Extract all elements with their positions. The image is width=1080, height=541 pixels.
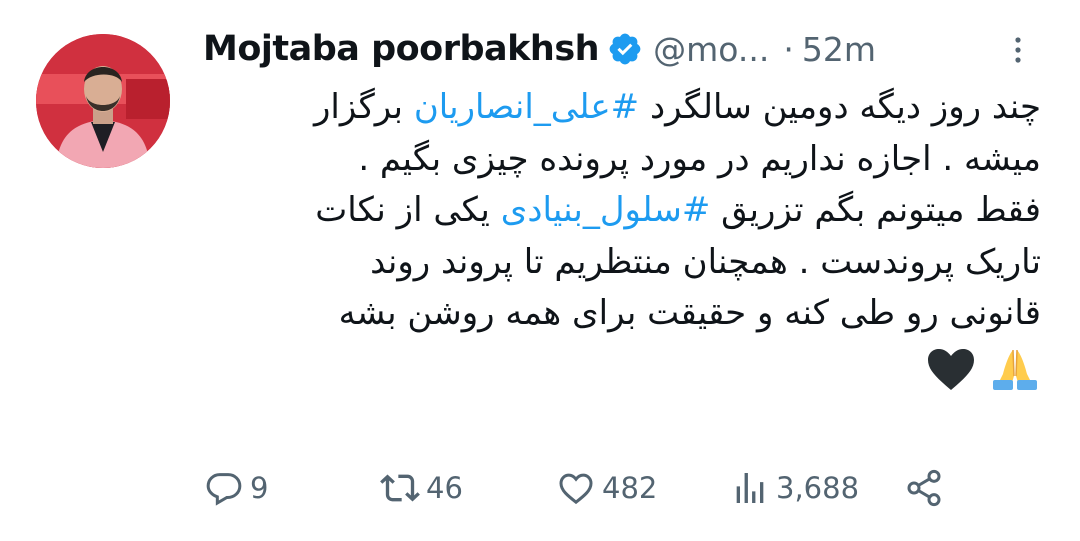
- folded-hands-icon: [993, 349, 1037, 390]
- like-button[interactable]: 482: [556, 468, 657, 508]
- tweet-text-line: چند روز دیگه دومین سالگرد #علی_انصاریان …: [313, 87, 1041, 127]
- views-button[interactable]: 3,688: [730, 468, 859, 508]
- share-button[interactable]: [904, 468, 950, 508]
- emoji-row: [205, 346, 1041, 392]
- heart-icon: [559, 473, 593, 505]
- reply-count: 9: [250, 471, 269, 505]
- author-name[interactable]: Mojtaba poorbakhsh: [203, 29, 600, 69]
- views-chart-icon: [736, 473, 764, 503]
- separator-dot: ·: [783, 29, 794, 69]
- black-heart-icon: [928, 348, 974, 390]
- more-options-icon[interactable]: [1003, 30, 1033, 70]
- tweet-text-line: میشه . اجازه نداریم در مورد پرونده چیزی …: [358, 138, 1041, 179]
- tweet-header: Mojtaba poorbakhsh @mo... · 52m: [203, 24, 1033, 74]
- tweet-timestamp[interactable]: 52m: [802, 30, 876, 69]
- tweet-text-line: فقط میتونم بگم تزریق #سلول_بنیادی یکی از…: [315, 190, 1041, 230]
- author-avatar[interactable]: [36, 34, 170, 168]
- tweet-actions: 9 46 482 3,688: [204, 462, 964, 514]
- tweet-text-line: قانونی رو طی کنه و حقیقت برای همه روشن ب…: [338, 293, 1041, 333]
- hashtag-link[interactable]: #سلول_بنیادی: [501, 190, 711, 230]
- views-count: 3,688: [776, 471, 860, 505]
- tweet-text-line: تاریک پروندست . همچنان منتظریم تا پروند …: [370, 241, 1041, 282]
- reply-icon: [206, 473, 242, 506]
- tweet-text: چند روز دیگه دومین سالگرد #علی_انصاریان …: [205, 82, 1041, 392]
- author-handle[interactable]: @mo...: [653, 30, 769, 69]
- share-icon: [907, 469, 941, 507]
- like-count: 482: [602, 471, 658, 505]
- retweet-icon: [380, 474, 420, 502]
- retweet-count: 46: [426, 471, 463, 505]
- hashtag-link[interactable]: #علی_انصاریان: [414, 87, 639, 127]
- reply-button[interactable]: 9: [204, 468, 268, 508]
- retweet-button[interactable]: 46: [380, 468, 463, 508]
- verified-badge-icon: [609, 33, 641, 65]
